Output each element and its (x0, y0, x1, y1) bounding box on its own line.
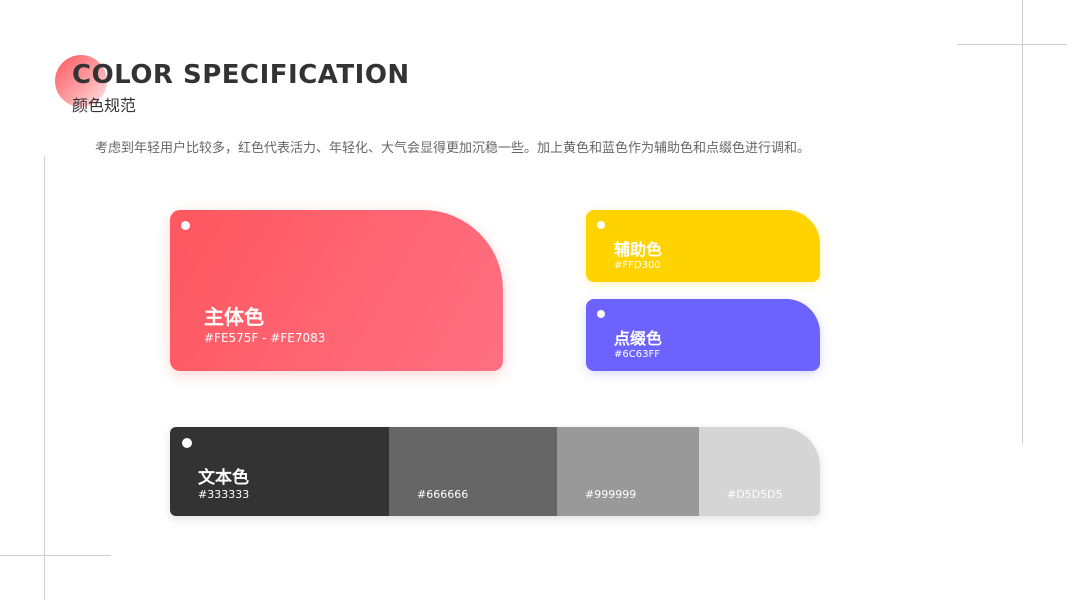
primary-color-card: 主体色 #FE575F - #FE7083 (170, 210, 503, 371)
primary-color-hex: #FE575F - #FE7083 (204, 331, 326, 345)
page-description: 考虑到年轻用户比较多，红色代表活力、年轻化、大气会显得更加沉稳一些。加上黄色和蓝… (95, 141, 811, 156)
text-swatch-hex: #666666 (417, 488, 469, 501)
text-swatch-333333: 文本色 #333333 (170, 427, 389, 516)
card-dot (597, 221, 605, 229)
text-color-label: 文本色 (198, 468, 249, 488)
decor-line-left-vertical (44, 156, 45, 600)
text-color-bar: 文本色 #333333 #666666 #999999 #D5D5D5 (170, 427, 820, 516)
decor-line-bottom-horizontal (0, 555, 111, 556)
primary-color-label: 主体色 (204, 305, 264, 329)
card-dot (181, 221, 190, 230)
page-subtitle: 颜色规范 (72, 96, 137, 115)
decor-line-right-vertical (1022, 0, 1023, 444)
secondary-color-label: 辅助色 (614, 240, 663, 259)
decor-line-top-horizontal (957, 44, 1067, 45)
text-swatch-666666: #666666 (389, 427, 557, 516)
secondary-color-hex: #FFD300 (614, 260, 661, 271)
text-swatch-hex: #D5D5D5 (727, 488, 783, 501)
text-swatch-hex: #999999 (585, 488, 637, 501)
text-swatch-999999: #999999 (557, 427, 699, 516)
accent-color-label: 点缀色 (614, 329, 663, 348)
card-dot (597, 310, 605, 318)
accent-color-card: 点缀色 #6C63FF (586, 299, 820, 371)
card-dot (182, 438, 192, 448)
page-title: COLOR SPECIFICATION (72, 60, 410, 90)
text-swatch-hex: #333333 (198, 488, 250, 501)
accent-color-hex: #6C63FF (614, 349, 660, 360)
text-swatch-d5d5d5: #D5D5D5 (699, 427, 820, 516)
secondary-color-card: 辅助色 #FFD300 (586, 210, 820, 282)
